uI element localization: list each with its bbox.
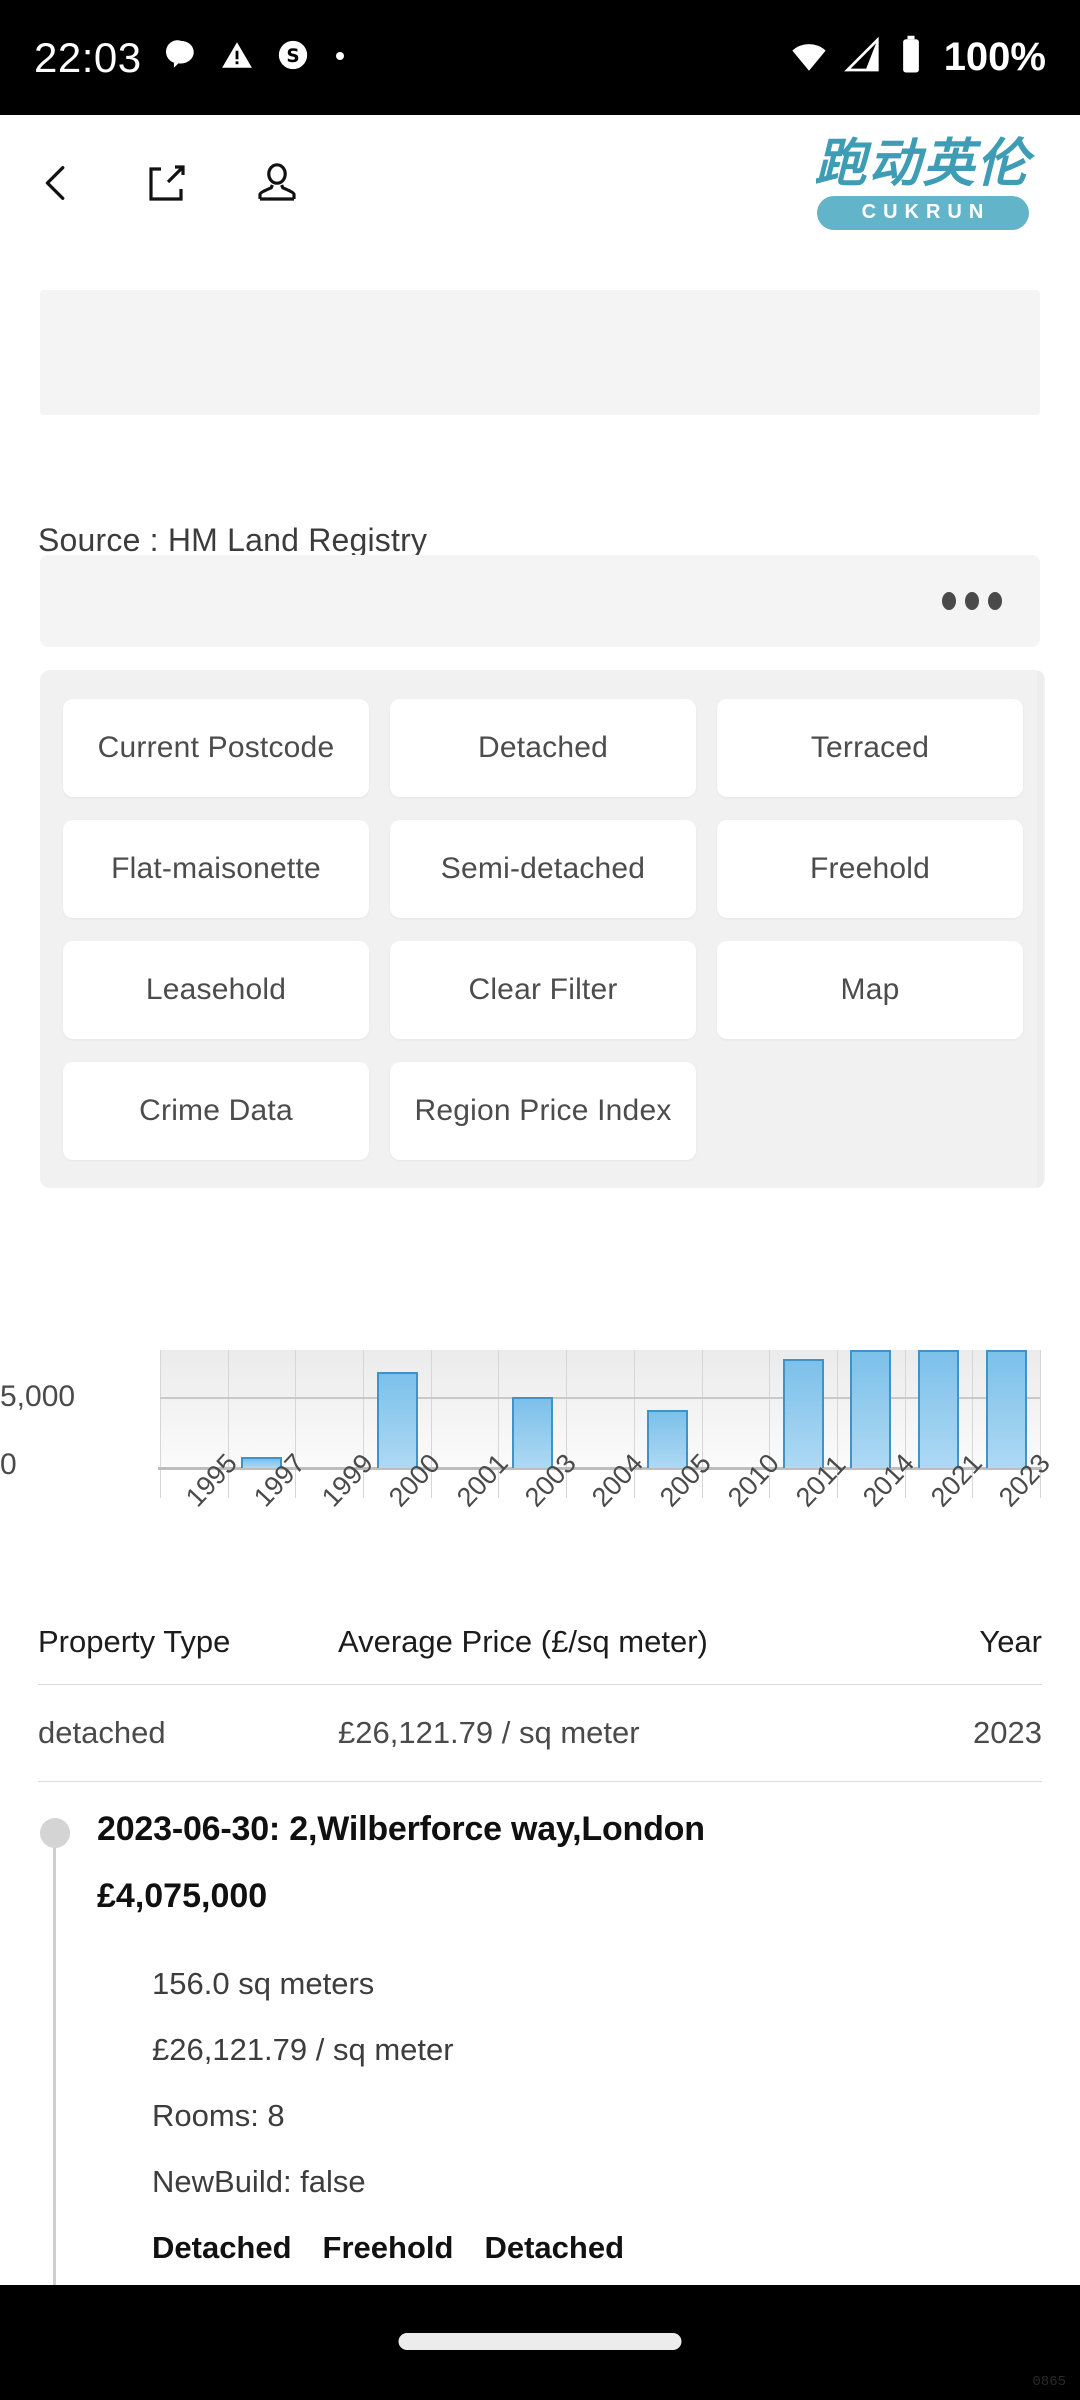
- timeline-detail-newbuild: NewBuild: false: [152, 2164, 366, 2199]
- page-body: Source : HM Land Registry Current Postco…: [0, 250, 1080, 2400]
- timeline-entry[interactable]: 2023-06-30: 2,Wilberforce way,London £4,…: [0, 1810, 1080, 2306]
- battery-percent-label: 100%: [943, 35, 1046, 79]
- table-bottom-divider: [38, 1781, 1042, 1782]
- filter-button-terraced[interactable]: Terraced: [717, 699, 1023, 797]
- filter-button-semi-detached[interactable]: Semi-detached: [390, 820, 696, 918]
- filter-button-grid: Current Postcode Detached Terraced Flat-…: [40, 670, 1045, 1160]
- skype-s-icon: S: [276, 38, 310, 77]
- wifi-icon: [788, 34, 830, 81]
- chart-bar: [986, 1350, 1027, 1468]
- chat-bubble-icon: [164, 38, 198, 77]
- dot-icon: [332, 47, 348, 68]
- filter-button-clear-filter[interactable]: Clear Filter: [390, 941, 696, 1039]
- status-bar-clock: 22:03: [34, 33, 142, 81]
- status-bar-left: 22:03 S: [34, 33, 348, 81]
- chart-bar: [783, 1359, 824, 1468]
- screen-watermark: 0865: [1032, 2374, 1066, 2390]
- chart-bar: [647, 1410, 688, 1468]
- logo-chinese-text: 跑动英伦: [814, 134, 1031, 194]
- chart-bar: [377, 1372, 418, 1468]
- overflow-dots-icon[interactable]: [942, 592, 1002, 610]
- battery-icon: [898, 34, 924, 81]
- app-logo: 跑动英伦 CUKRUN: [805, 137, 1040, 230]
- filter-panel: Current Postcode Detached Terraced Flat-…: [40, 670, 1045, 1188]
- price-history-chart: 5,000 0 1995 1997 1999 2000 2001 2003 2004 2005…: [0, 1180, 1080, 1610]
- table-cell-average-price: £26,121.79 / sq meter: [338, 1715, 640, 1750]
- app-header: 跑动英伦 CUKRUN: [0, 115, 1080, 250]
- table-header-year: Year: [979, 1624, 1042, 1659]
- system-navigation-bar: 0865: [0, 2285, 1080, 2400]
- chart-bar: [918, 1350, 959, 1468]
- timeline-entry-details: 156.0 sq meters £26,121.79 / sq meter Ro…: [97, 1966, 1080, 2266]
- top-blank-panel: [40, 290, 1040, 415]
- home-indicator[interactable]: [398, 2333, 682, 2350]
- filter-button-leasehold[interactable]: Leasehold: [63, 941, 369, 1039]
- timeline-tag-category: Detached: [484, 2230, 624, 2265]
- share-button[interactable]: [138, 154, 196, 212]
- filter-button-detached[interactable]: Detached: [390, 699, 696, 797]
- average-price-table: Property Type Average Price (£/sq meter)…: [0, 1600, 1080, 1782]
- chart-ytick-5000: 5,000: [0, 1380, 76, 1413]
- cellular-signal-icon: [843, 35, 884, 80]
- timeline-detail-price-per-sqm: £26,121.79 / sq meter: [152, 2032, 454, 2067]
- app-screen: 22:03 S 100% 跑动英伦 CUKRUN Source: HM Lan…: [0, 0, 1080, 2400]
- timeline-detail-rooms: Rooms: 8: [152, 2098, 285, 2133]
- filter-button-flat-maisonette[interactable]: Flat-maisonette: [63, 820, 369, 918]
- filter-button-map[interactable]: Map: [717, 941, 1023, 1039]
- header-icon-group: [28, 154, 306, 212]
- timeline-tag-type: Detached: [152, 2230, 292, 2265]
- logo-latin-text: CUKRUN: [816, 195, 1029, 230]
- table-row: detached £26,121.79 / sq meter 2023: [0, 1685, 1080, 1781]
- chart-x-axis-labels: 1995 1997 1999 2000 2001 2003 2004 2005 2010 2011…: [160, 1448, 1056, 1590]
- source-label: Source : HM Land Registry: [38, 522, 428, 558]
- svg-text:S: S: [286, 46, 299, 67]
- table-cell-year: 2023: [973, 1715, 1042, 1750]
- back-button[interactable]: [28, 154, 86, 212]
- table-header-row: Property Type Average Price (£/sq meter)…: [0, 1600, 1080, 1684]
- table-header-property-type: Property Type: [38, 1624, 231, 1659]
- filter-button-current-postcode[interactable]: Current Postcode: [63, 699, 369, 797]
- filter-button-freehold[interactable]: Freehold: [717, 820, 1023, 918]
- status-bar: 22:03 S 100%: [0, 0, 1080, 115]
- warning-triangle-icon: [220, 38, 254, 77]
- chart-bar: [512, 1397, 553, 1468]
- timeline-entry-title: 2023-06-30: 2,Wilberforce way,London: [97, 1810, 705, 1848]
- timeline-tag-tenure: Freehold: [322, 2230, 454, 2265]
- filter-button-crime-data[interactable]: Crime Data: [63, 1062, 369, 1160]
- filter-button-region-price-index[interactable]: Region Price Index: [390, 1062, 696, 1160]
- table-header-average-price: Average Price (£/sq meter): [338, 1624, 708, 1659]
- chart-bar: [850, 1350, 891, 1468]
- status-bar-right: 100%: [788, 34, 1046, 81]
- timeline-detail-area: 156.0 sq meters: [152, 1966, 375, 2001]
- filter-panel-scrollbar[interactable]: [1037, 670, 1043, 1188]
- timeline-entry-tags: Detached Freehold Detached: [152, 2230, 1080, 2266]
- timeline-entry-price: £4,075,000: [97, 1877, 268, 1915]
- loading-panel: [40, 555, 1040, 647]
- profile-button[interactable]: [248, 154, 306, 212]
- timeline-dot-icon: [40, 1818, 70, 1848]
- table-cell-property-type: detached: [38, 1715, 166, 1750]
- chart-ytick-0: 0: [0, 1448, 17, 1481]
